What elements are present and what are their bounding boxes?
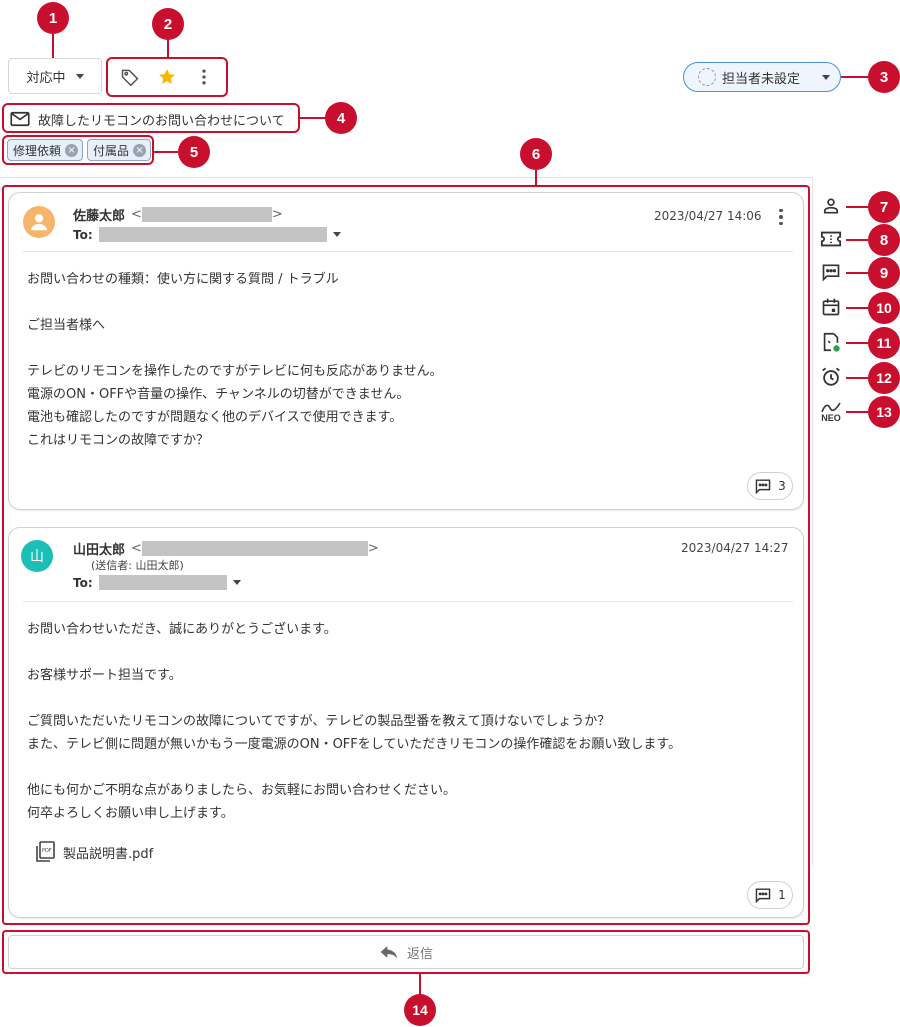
callout-badge-14: 14 xyxy=(404,994,436,1026)
leader-line xyxy=(846,377,868,379)
leader-line xyxy=(846,411,868,413)
calendar-icon[interactable] xyxy=(818,294,844,320)
callout-badge-6: 6 xyxy=(520,138,552,170)
leader-line xyxy=(52,30,54,58)
leader-line xyxy=(846,342,868,344)
neo-label: NEO xyxy=(821,413,841,423)
callout-box-4 xyxy=(2,103,300,133)
callout-badge-8: 8 xyxy=(868,224,900,256)
status-check-icon[interactable] xyxy=(818,329,844,355)
callout-badge-11: 11 xyxy=(868,327,900,359)
leader-line xyxy=(846,272,868,274)
callout-badge-9: 9 xyxy=(868,257,900,289)
callout-badge-1: 1 xyxy=(37,2,69,34)
person-icon[interactable] xyxy=(818,193,844,219)
callout-box-5 xyxy=(2,135,154,165)
callout-badge-5: 5 xyxy=(178,136,210,168)
callout-badge-4: 4 xyxy=(325,102,357,134)
ticket-icon[interactable] xyxy=(818,226,844,252)
chevron-down-icon xyxy=(822,74,830,80)
assignee-dropdown[interactable]: 担当者未設定 xyxy=(683,62,841,92)
callout-badge-12: 12 xyxy=(868,362,900,394)
sidebar-divider xyxy=(812,177,813,867)
callout-badge-13: 13 xyxy=(868,396,900,428)
chat-icon[interactable] xyxy=(818,259,844,285)
alarm-icon[interactable] xyxy=(818,364,844,390)
header-divider xyxy=(0,177,812,178)
leader-line xyxy=(300,117,326,119)
callout-badge-10: 10 xyxy=(868,292,900,324)
leader-line xyxy=(846,239,868,241)
callout-badge-3: 3 xyxy=(868,61,900,93)
leader-line xyxy=(419,974,421,996)
neo-icon xyxy=(821,402,841,413)
assignee-label: 担当者未設定 xyxy=(722,71,801,87)
callout-badge-2: 2 xyxy=(152,8,184,40)
status-label: 対応中 xyxy=(26,70,66,86)
chevron-down-icon xyxy=(75,73,84,79)
status-dropdown[interactable]: 対応中 xyxy=(8,58,102,94)
leader-line xyxy=(154,151,178,153)
callout-box-2 xyxy=(106,57,228,97)
unassigned-avatar-icon xyxy=(698,68,716,86)
leader-line xyxy=(846,307,868,309)
callout-badge-7: 7 xyxy=(868,191,900,223)
leader-line xyxy=(841,76,869,78)
neo-button[interactable]: NEO xyxy=(818,397,844,427)
leader-line xyxy=(535,168,537,186)
callout-box-14 xyxy=(2,930,810,974)
callout-box-6 xyxy=(2,185,810,925)
leader-line xyxy=(846,206,868,208)
